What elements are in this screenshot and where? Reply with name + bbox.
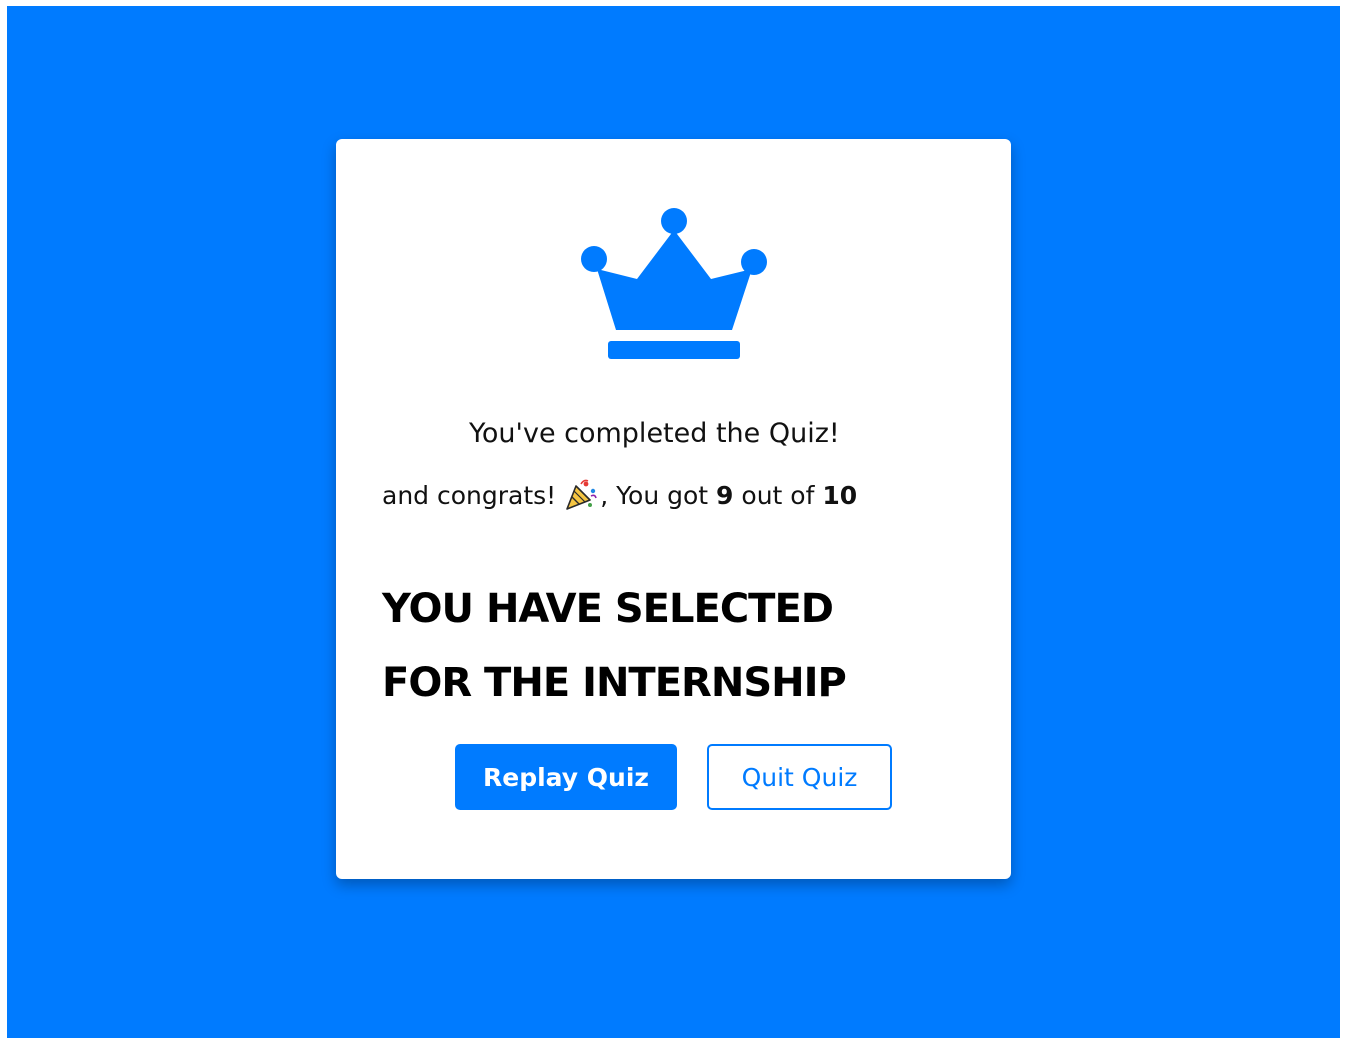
congrats-text: and congrats!: [382, 480, 557, 510]
score-line: and congrats! , You got 9 out of 10: [382, 478, 857, 512]
party-popper-icon: [566, 479, 597, 510]
replay-quiz-button[interactable]: Replay Quiz: [455, 744, 677, 810]
score-middle: out of: [741, 480, 815, 510]
headline-line-1: YOU HAVE SELECTED: [382, 586, 834, 632]
score-total: 10: [822, 480, 858, 510]
quit-quiz-button[interactable]: Quit Quiz: [707, 744, 892, 810]
score-value: 9: [716, 480, 734, 510]
completion-message: You've completed the Quiz!: [469, 418, 840, 449]
selection-headline: YOU HAVE SELECTED FOR THE INTERNSHIP: [382, 572, 942, 720]
crown-icon: [581, 208, 767, 359]
headline-line-2: FOR THE INTERNSHIP: [382, 660, 847, 706]
score-prefix: , You got: [600, 480, 709, 510]
